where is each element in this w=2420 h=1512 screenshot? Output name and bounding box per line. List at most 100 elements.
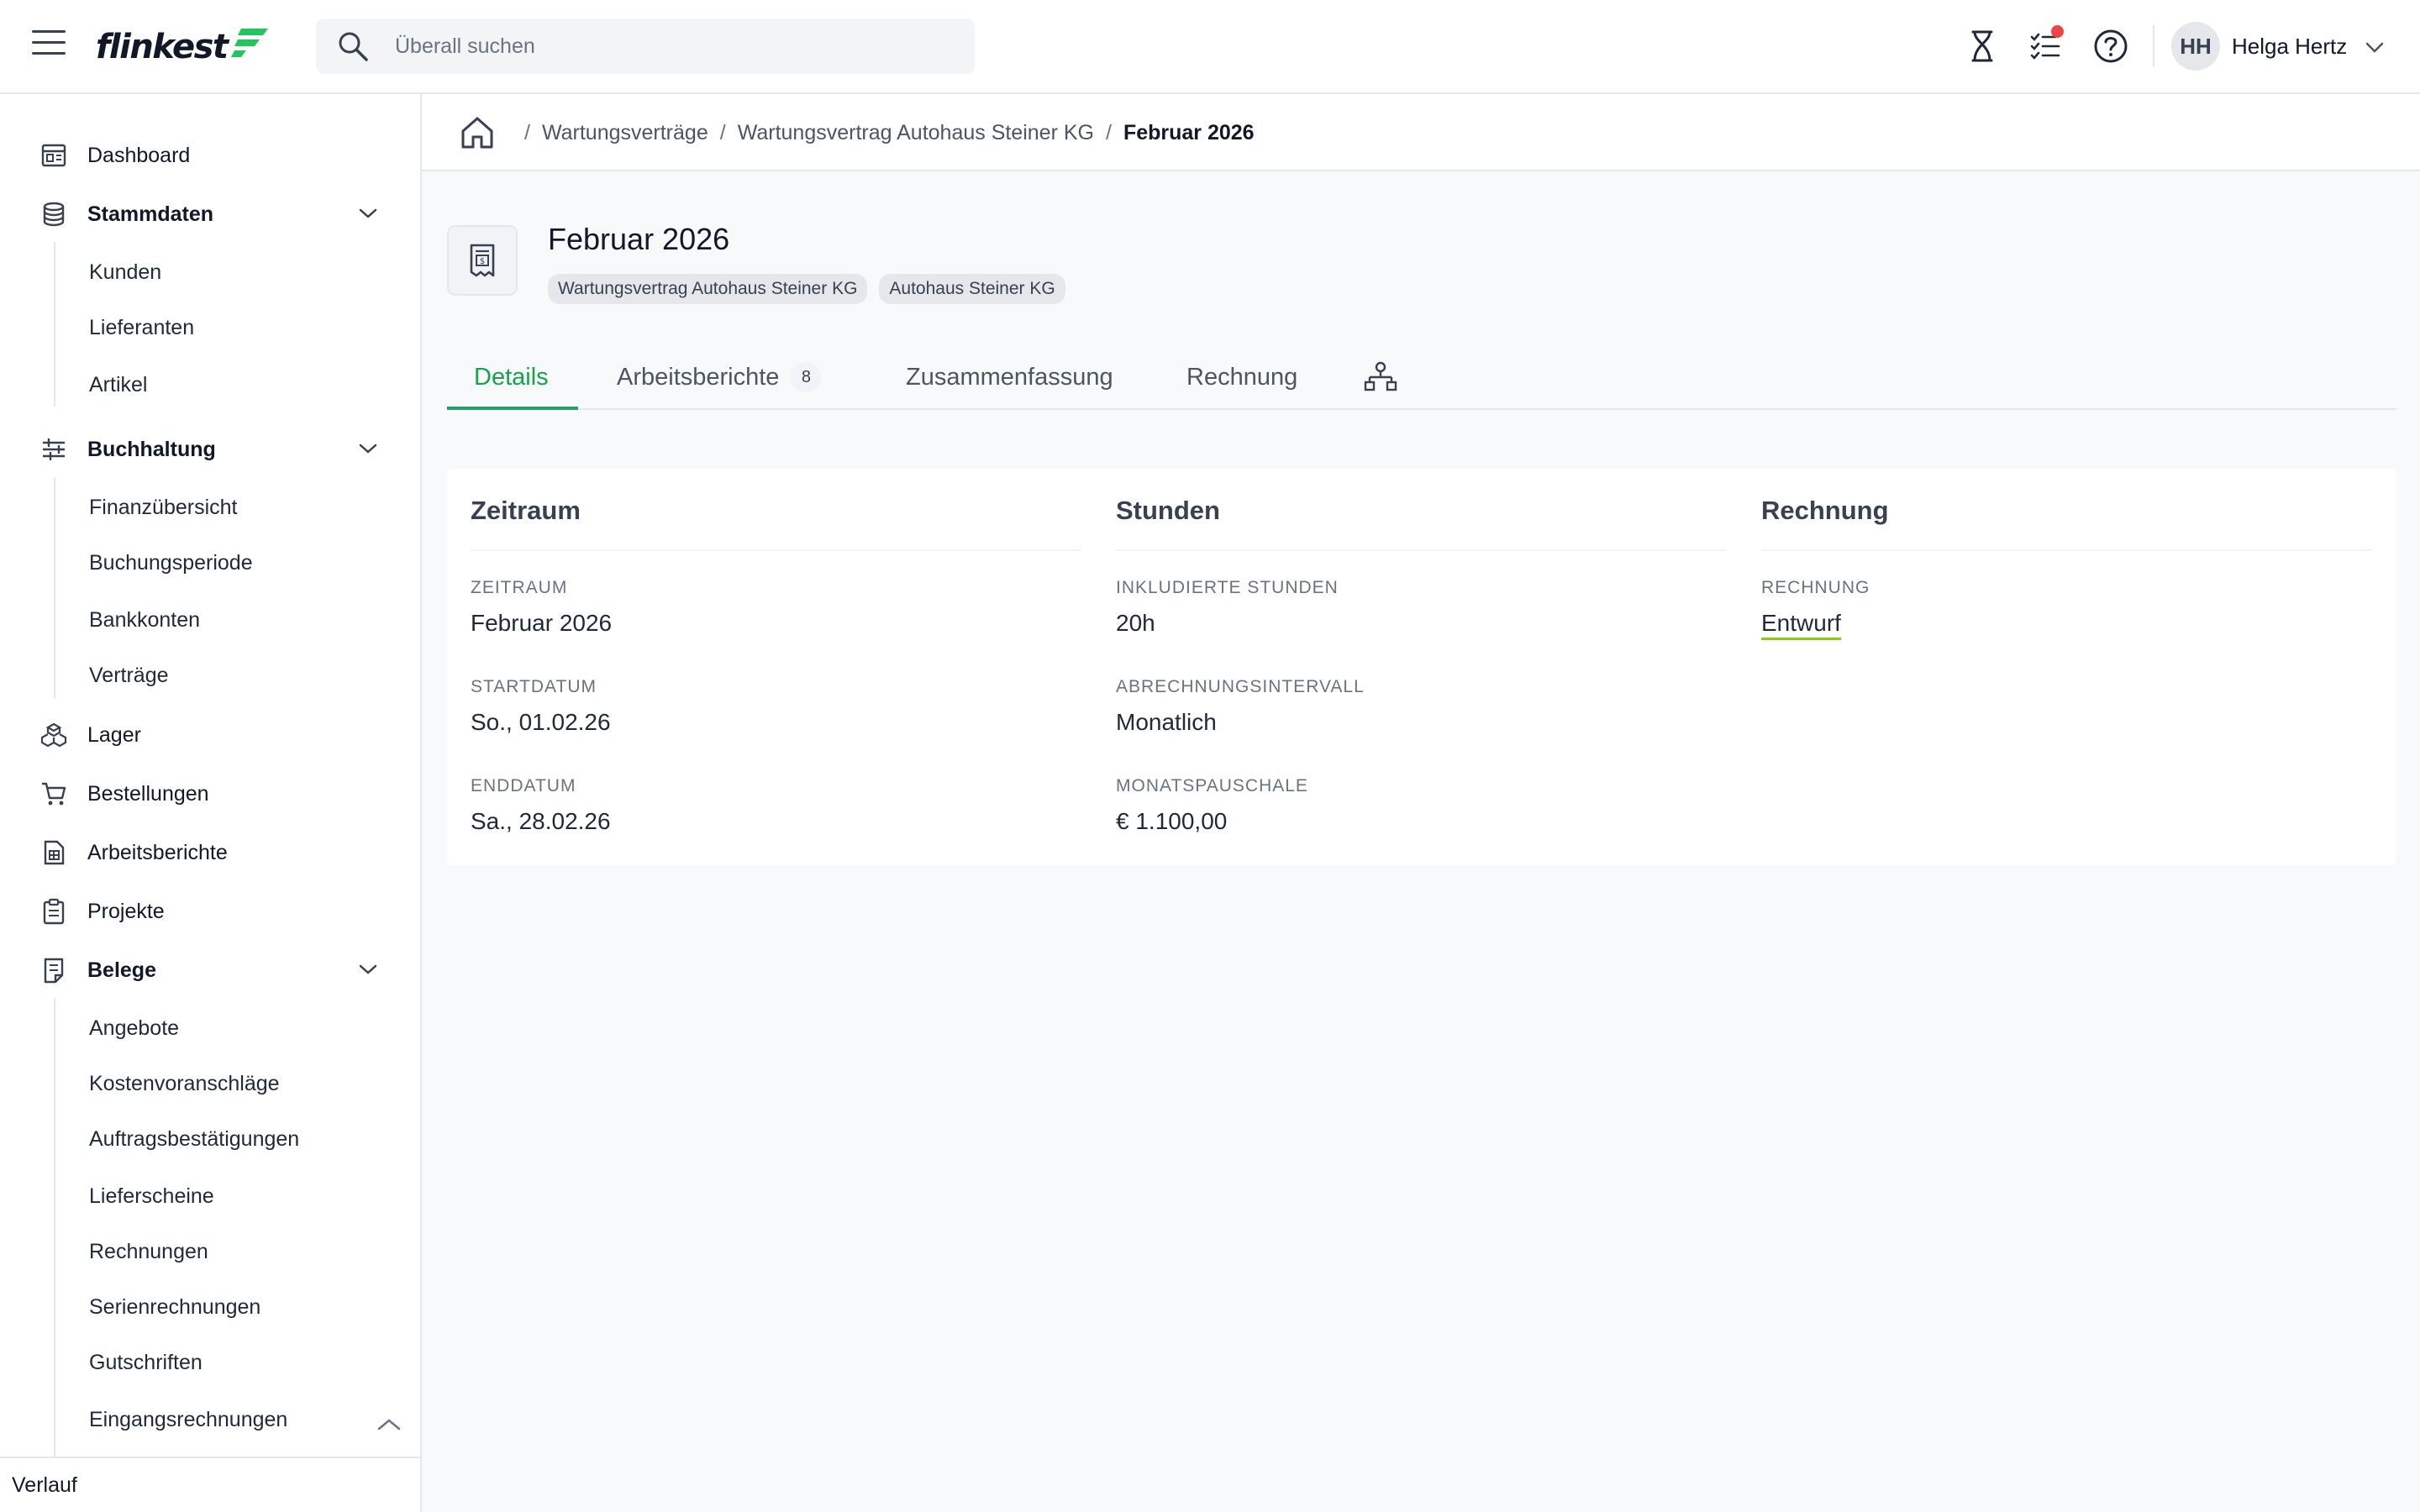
dashboard-icon [41, 144, 66, 167]
logo[interactable]: flinkest [96, 24, 270, 71]
hierarchy-icon [1364, 361, 1397, 391]
breadcrumb-link-wartungsvertraege[interactable]: Wartungsverträge [542, 121, 708, 145]
breadcrumb-trail: / Wartungsverträge / Wartungsvertrag Aut… [513, 94, 1255, 171]
help-icon[interactable] [2091, 27, 2130, 66]
tab-count-badge: 8 [791, 362, 822, 392]
header-tags: Wartungsvertrag Autohaus Steiner KG Auto… [548, 274, 1065, 304]
sidebar-subitem-bankkonten[interactable]: Bankkonten [89, 598, 200, 642]
sidebar-subitem-eingangsrechnungen[interactable]: Eingangsrechnungen [89, 1398, 287, 1441]
chevron-down-icon [2366, 42, 2384, 53]
tab-label: Details [474, 363, 549, 391]
tab-details[interactable]: Details [474, 344, 549, 410]
chevron-down-icon[interactable] [358, 961, 378, 978]
sidebar-item-buchhaltung[interactable]: Buchhaltung [0, 425, 420, 474]
field-label: ABRECHNUNGSINTERVALL [1116, 677, 1365, 696]
sidebar-subitem-kostenvoranschlaege[interactable]: Kostenvoranschläge [89, 1062, 280, 1105]
sidebar-subitem-rechnungen[interactable]: Rechnungen [89, 1230, 208, 1273]
sidebar-item-label: Buchhaltung [87, 437, 216, 461]
field-label: RECHNUNG [1761, 578, 1870, 597]
active-tab-indicator [447, 407, 578, 410]
sidebar-item-label: Dashboard [87, 143, 191, 167]
chevron-up-icon[interactable] [376, 1416, 402, 1433]
topbar-separator [2153, 25, 2154, 67]
sidebar-subitem-gutschriften[interactable]: Gutschriften [89, 1341, 203, 1384]
sidebar-item-label: Lager [87, 722, 141, 747]
breadcrumb-separator: / [719, 120, 726, 144]
history-panel-toggle[interactable]: Verlauf [0, 1457, 420, 1512]
sidebar-item-bestellungen[interactable]: Bestellungen [0, 769, 420, 818]
sidebar-item-belege[interactable]: Belege [0, 946, 420, 995]
logo-text: flinkest [96, 28, 229, 66]
home-icon[interactable] [459, 114, 496, 151]
sidebar-item-stammdaten[interactable]: Stammdaten [0, 190, 420, 239]
tab-label: Zusammenfassung [906, 363, 1113, 391]
sidebar-subitem-artikel[interactable]: Artikel [89, 363, 147, 407]
tag-contract[interactable]: Wartungsvertrag Autohaus Steiner KG [548, 274, 868, 304]
tab-label: Arbeitsberichte [617, 363, 780, 391]
sidebar-subitem-kunden[interactable]: Kunden [89, 250, 161, 294]
avatar: HH [2171, 22, 2220, 71]
sidebar-subitem-vertraege[interactable]: Verträge [89, 654, 169, 697]
sliders-icon [43, 438, 65, 460]
field-value-inkludierte-stunden: 20h [1116, 610, 1155, 636]
report-icon [44, 840, 65, 865]
global-search[interactable] [316, 18, 975, 74]
sidebar-item-projekte[interactable]: Projekte [0, 887, 420, 936]
sidebar-subitem-serienrechnungen[interactable]: Serienrechnungen [89, 1285, 260, 1329]
field-value-rechnung: Entwurf [1761, 610, 1841, 640]
sidebar-item-arbeitsberichte[interactable]: Arbeitsberichte [0, 828, 420, 877]
sidebar-subitem-finanzuebersicht[interactable]: Finanzübersicht [89, 486, 237, 529]
history-label: Verlauf [12, 1473, 77, 1497]
breadcrumb-link-contract[interactable]: Wartungsvertrag Autohaus Steiner KG [738, 121, 1094, 145]
sidebar-item-lager[interactable]: Lager [0, 711, 420, 759]
tab-rechnung[interactable]: Rechnung [1186, 344, 1297, 410]
top-bar: flinkest Überall suchen HH Helga Hertz [0, 0, 2420, 94]
sidebar-item-dashboard[interactable]: Dashboard [0, 131, 420, 180]
sidebar-item-label: Projekte [87, 899, 165, 923]
field-label: ZEITRAUM [471, 578, 568, 597]
tab-zusammenfassung[interactable]: Zusammenfassung [906, 344, 1113, 410]
section-title: Stunden [1116, 496, 1220, 525]
search-input[interactable] [395, 18, 950, 74]
sidebar-item-label: Stammdaten [87, 202, 214, 226]
chevron-down-icon[interactable] [358, 205, 378, 222]
details-card: Zeitraum ZEITRAUM Februar 2026 STARTDATU… [447, 469, 2396, 865]
hamburger-icon[interactable] [32, 30, 66, 60]
breadcrumb-separator: / [1105, 120, 1112, 144]
submenu-guide-line [54, 998, 55, 1457]
sidebar-subitem-buchungsperiode[interactable]: Buchungsperiode [89, 541, 253, 585]
hourglass-icon[interactable] [1963, 27, 2002, 66]
tab-bar: Details Arbeitsberichte 8 Zusammenfassun… [447, 344, 2396, 410]
submenu-guide-line [54, 242, 55, 407]
sidebar-item-label: Belege [87, 958, 156, 982]
breadcrumb-separator: / [524, 120, 530, 144]
tab-arbeitsberichte[interactable]: Arbeitsberichte 8 [617, 344, 822, 410]
sidebar-item-label: Arbeitsberichte [87, 840, 228, 864]
section-divider [1761, 549, 2371, 551]
search-icon [339, 32, 368, 61]
sidebar-subitem-auftragsbestaetigungen[interactable]: Auftragsbestätigungen [89, 1117, 299, 1161]
field-label: ENDDATUM [471, 776, 576, 795]
breadcrumb-current: Februar 2026 [1123, 120, 1255, 144]
chevron-down-icon[interactable] [358, 440, 378, 457]
breadcrumb: / Wartungsverträge / Wartungsvertrag Aut… [422, 94, 2420, 171]
tag-customer[interactable]: Autohaus Steiner KG [879, 274, 1065, 304]
submenu-guide-line [54, 477, 55, 699]
boxes-icon [40, 722, 67, 748]
section-title: Zeitraum [471, 496, 581, 525]
document-type-icon: $ [447, 225, 518, 296]
tab-hierarchy[interactable] [1363, 344, 1398, 410]
task-list-icon[interactable] [2027, 25, 2065, 66]
sidebar-subitem-lieferscheine[interactable]: Lieferscheine [89, 1174, 214, 1218]
receipt-icon [44, 958, 64, 984]
sidebar-subitem-angebote[interactable]: Angebote [89, 1006, 179, 1050]
sidebar-item-label: Bestellungen [87, 781, 209, 806]
user-name: Helga Hertz [2232, 33, 2348, 59]
invoice-draft-link[interactable]: Entwurf [1761, 610, 1841, 640]
field-value-zeitraum: Februar 2026 [471, 610, 613, 636]
page-title: Februar 2026 [548, 222, 730, 256]
tab-label: Rechnung [1186, 363, 1298, 391]
sidebar-subitem-lieferanten[interactable]: Lieferanten [89, 306, 194, 349]
user-menu[interactable]: HH Helga Hertz [2171, 22, 2384, 71]
svg-text:$: $ [480, 257, 485, 266]
